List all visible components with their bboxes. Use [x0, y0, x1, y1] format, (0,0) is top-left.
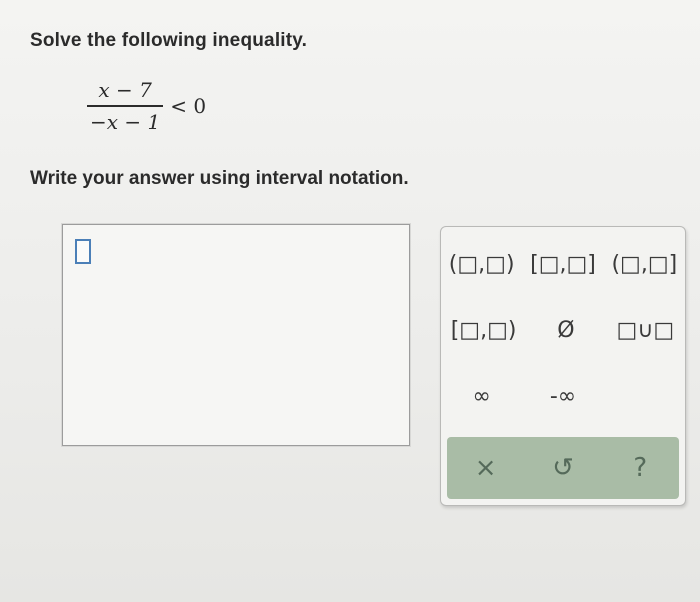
fraction-bar [87, 105, 164, 107]
union-button[interactable]: □∪□ [615, 313, 675, 347]
question-prompt: Solve the following inequality. [30, 30, 308, 51]
closed-open-interval-button[interactable]: [□,□) [451, 313, 517, 347]
answer-input-box[interactable] [62, 224, 410, 446]
open-closed-interval-button[interactable]: (□,□] [611, 247, 677, 281]
open-open-interval-button[interactable]: (□,□) [449, 247, 515, 281]
palette-row-3: ∞ -∞ [441, 379, 685, 413]
instruction-text: Write your answer using interval notatio… [30, 168, 409, 189]
fraction: x − 7 −x − 1 [86, 78, 164, 134]
numerator: x − 7 [98, 78, 152, 102]
relation: < 0 [170, 94, 207, 118]
closed-closed-interval-button[interactable]: [□,□] [530, 247, 596, 281]
palette-row-1: (□,□) [□,□] (□,□] [441, 247, 685, 281]
math-palette: (□,□) [□,□] (□,□] [□,□) Ø □∪□ ∞ -∞ × ↺ ? [440, 226, 686, 506]
empty-set-button[interactable]: Ø [536, 313, 596, 347]
negative-infinity-button[interactable]: -∞ [533, 379, 593, 413]
undo-icon[interactable]: ↺ [533, 453, 593, 483]
palette-row-2: [□,□) Ø □∪□ [441, 313, 685, 347]
clear-icon[interactable]: × [456, 453, 516, 483]
input-placeholder-cursor[interactable] [75, 239, 91, 264]
help-icon[interactable]: ? [610, 453, 670, 483]
palette-action-bar: × ↺ ? [447, 437, 679, 499]
infinity-button[interactable]: ∞ [452, 379, 512, 413]
inequality-expression: x − 7 −x − 1 < 0 [86, 78, 206, 134]
denominator: −x − 1 [90, 110, 161, 134]
